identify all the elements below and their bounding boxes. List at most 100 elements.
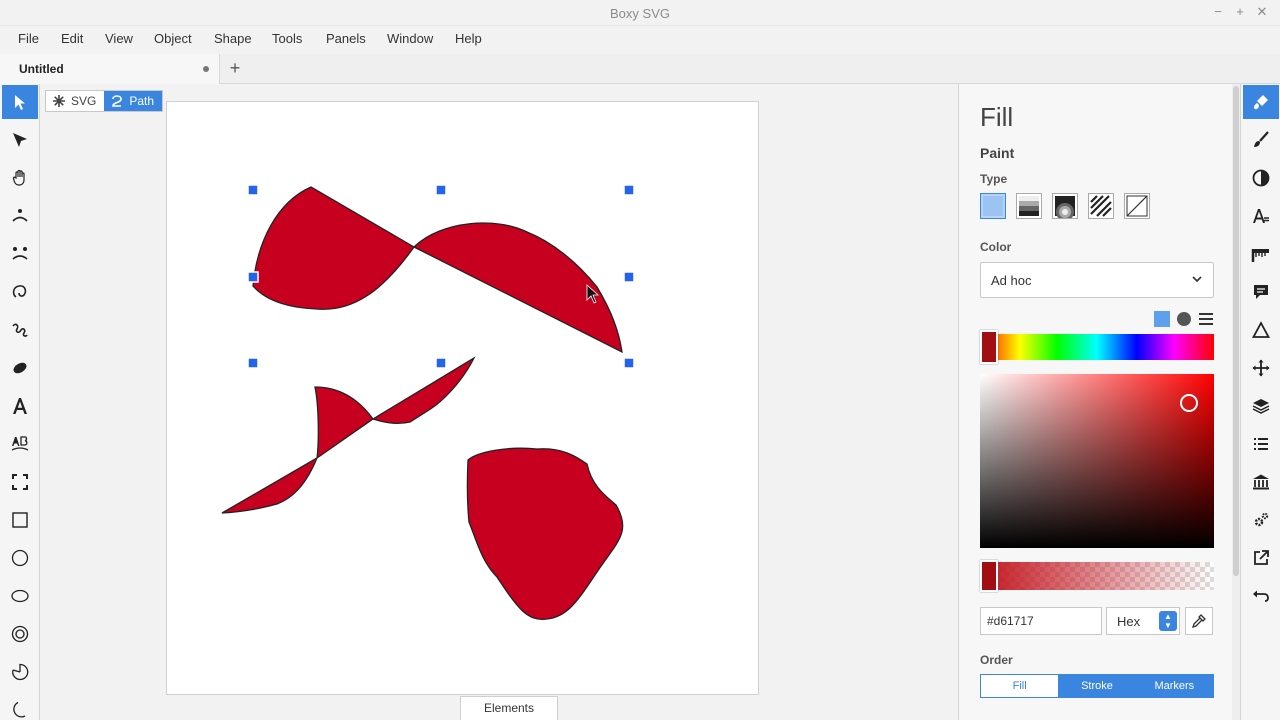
- menu-shape[interactable]: Shape: [214, 31, 252, 46]
- menu-tools[interactable]: Tools: [272, 31, 302, 46]
- maximize-button[interactable]: +: [1232, 4, 1248, 20]
- color-format-select[interactable]: Hex ▲ ▼: [1106, 607, 1180, 635]
- rect-tool-button[interactable]: [2, 503, 38, 537]
- menu-object[interactable]: Object: [154, 31, 192, 46]
- order-tab-markers[interactable]: Markers: [1135, 675, 1213, 697]
- spiral-tool-button[interactable]: [2, 275, 38, 309]
- path-mode-button[interactable]: Path: [104, 91, 163, 111]
- textpath-tool-icon: [11, 436, 29, 451]
- pie-tool-button[interactable]: [2, 655, 38, 689]
- layers-panel-button[interactable]: [1243, 389, 1279, 423]
- unsaved-indicator-icon[interactable]: [203, 66, 209, 72]
- ruler-panel-button[interactable]: [1243, 237, 1279, 271]
- menu-file[interactable]: File: [18, 31, 39, 46]
- eyedropper-button[interactable]: [1185, 607, 1213, 635]
- hue-slider-handle[interactable]: [980, 330, 998, 364]
- window-title: Boxy SVG: [610, 6, 670, 21]
- export-panel-button[interactable]: [1243, 541, 1279, 575]
- rect-tool-icon: [12, 512, 28, 528]
- rgb-mode-icon[interactable]: [1154, 311, 1170, 327]
- resize-handle[interactable]: [623, 271, 635, 283]
- tab-bar: Untitled +: [0, 54, 1280, 84]
- resize-handle[interactable]: [247, 357, 259, 369]
- circle-tool-button[interactable]: [2, 541, 38, 575]
- path-icon: [112, 95, 123, 107]
- order-tab-stroke[interactable]: Stroke: [1058, 675, 1136, 697]
- pattern-paint-button[interactable]: [1088, 193, 1114, 219]
- order-tab-fill[interactable]: Fill: [981, 675, 1059, 697]
- transform-panel-button[interactable]: [1243, 351, 1279, 385]
- list-mode-icon[interactable]: [1198, 311, 1214, 327]
- alpha-slider-handle[interactable]: [980, 560, 998, 592]
- solid-paint-icon: [983, 196, 1003, 216]
- scrollbar-thumb[interactable]: [1233, 86, 1239, 576]
- svg-mode-button[interactable]: SVG: [46, 91, 104, 111]
- resize-handle[interactable]: [435, 184, 447, 196]
- crop-tool-button[interactable]: [2, 465, 38, 499]
- edit-tool-icon: [13, 133, 27, 147]
- stroke-panel-button[interactable]: [1243, 123, 1279, 157]
- no-paint-button[interactable]: [1124, 193, 1150, 219]
- fill-panel-button[interactable]: [1243, 85, 1279, 119]
- library-panel-button[interactable]: [1243, 465, 1279, 499]
- ellipse-tool-button[interactable]: [2, 579, 38, 613]
- ellipse-tool-icon: [11, 589, 29, 603]
- generators-panel-button[interactable]: [1243, 503, 1279, 537]
- undo-panel-button[interactable]: [1243, 579, 1279, 613]
- textpath-tool-button[interactable]: [2, 427, 38, 461]
- new-tab-button[interactable]: +: [227, 58, 243, 79]
- resize-handle[interactable]: [623, 184, 635, 196]
- list-panel-button[interactable]: [1243, 427, 1279, 461]
- bezier-tool-button[interactable]: [2, 237, 38, 271]
- resize-handle[interactable]: [247, 184, 259, 196]
- panel-scrollbar[interactable]: [1232, 84, 1240, 720]
- artboard[interactable]: [166, 101, 759, 695]
- minimize-button[interactable]: −: [1210, 4, 1226, 20]
- color-select[interactable]: Ad hoc: [980, 262, 1214, 298]
- solid-paint-button[interactable]: [980, 193, 1006, 219]
- contrast-panel-button[interactable]: [1243, 161, 1279, 195]
- canvas-workspace[interactable]: SVG Path Elements: [40, 84, 958, 720]
- pencil-tool-button[interactable]: [2, 199, 38, 233]
- edit-tool-button[interactable]: [2, 123, 38, 157]
- ring-tool-button[interactable]: [2, 617, 38, 651]
- wheel-mode-icon[interactable]: [1176, 311, 1192, 327]
- linear-gradient-button[interactable]: [1016, 193, 1042, 219]
- type-label: Type: [980, 172, 1008, 186]
- wing-path-shape[interactable]: [221, 356, 476, 514]
- menu-window[interactable]: Window: [387, 31, 433, 46]
- selected-path-shape[interactable]: [252, 186, 623, 354]
- menu-view[interactable]: View: [105, 31, 133, 46]
- color-picker-handle[interactable]: [1180, 394, 1198, 412]
- freehand-tool-button[interactable]: [2, 313, 38, 347]
- format-stepper-icon[interactable]: ▲ ▼: [1159, 611, 1177, 631]
- text-tool-icon: [13, 398, 27, 414]
- blob-tool-button[interactable]: [2, 351, 38, 385]
- hex-color-input[interactable]: #d61717: [980, 607, 1102, 635]
- paint-heading: Paint: [980, 145, 1015, 161]
- resize-handle[interactable]: [247, 271, 259, 283]
- pan-tool-button[interactable]: [2, 161, 38, 195]
- drawing-canvas[interactable]: [167, 102, 758, 694]
- resize-handle[interactable]: [623, 357, 635, 369]
- menu-help[interactable]: Help: [455, 31, 482, 46]
- saturation-value-picker[interactable]: [980, 374, 1214, 548]
- alpha-slider[interactable]: [980, 562, 1214, 590]
- menu-panels[interactable]: Panels: [326, 31, 366, 46]
- geometry-panel-button[interactable]: [1243, 313, 1279, 347]
- comment-panel-button[interactable]: [1243, 275, 1279, 309]
- document-tab[interactable]: Untitled: [0, 54, 220, 84]
- crescent-tool-button[interactable]: [2, 693, 38, 720]
- select-tool-button[interactable]: [2, 85, 38, 119]
- text-tool-button[interactable]: [2, 389, 38, 423]
- typography-panel-button[interactable]: [1243, 199, 1279, 233]
- typography-panel-icon: [1253, 209, 1269, 223]
- elements-panel-tab[interactable]: Elements: [460, 696, 558, 720]
- blob-path-shape[interactable]: [466, 447, 624, 620]
- resize-handle[interactable]: [435, 357, 447, 369]
- menu-edit[interactable]: Edit: [61, 31, 83, 46]
- close-button[interactable]: ✕: [1254, 4, 1270, 20]
- hue-slider[interactable]: [980, 334, 1214, 360]
- radial-gradient-button[interactable]: [1052, 193, 1078, 221]
- circle-tool-icon: [11, 549, 29, 567]
